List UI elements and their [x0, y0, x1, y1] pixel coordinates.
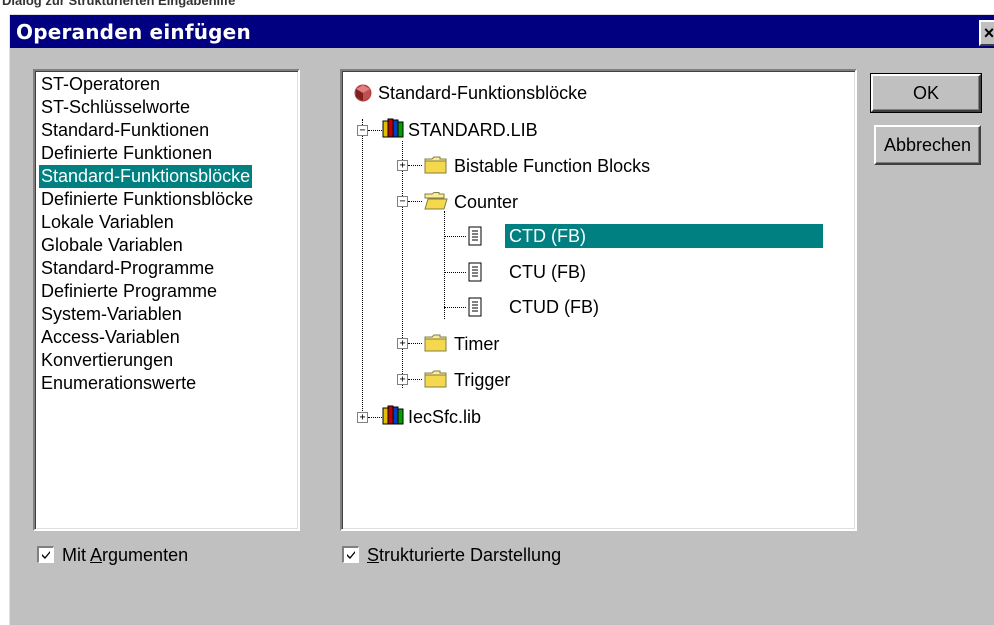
- figure-caption: Dialog zur Strukturierten Eingabehilfe: [2, 0, 236, 8]
- close-icon: ×: [983, 23, 994, 43]
- expand-icon[interactable]: +: [357, 412, 368, 423]
- insert-operands-dialog: Operanden einfügen × ST-Operatoren ST-Sc…: [9, 14, 994, 625]
- tree-folder-counter[interactable]: Counter: [454, 190, 518, 214]
- tree-guide-line: [368, 130, 382, 131]
- list-item[interactable]: System-Variablen: [39, 303, 184, 326]
- tree-guide-line: [408, 343, 422, 344]
- expand-icon[interactable]: +: [397, 338, 408, 349]
- function-block-icon: [354, 84, 372, 102]
- tree-guide-line: [408, 165, 422, 166]
- open-folder-icon: [424, 192, 448, 210]
- strukturierte-darstellung-checkbox[interactable]: [342, 546, 359, 563]
- tree-folder-trigger[interactable]: Trigger: [454, 368, 510, 392]
- list-item[interactable]: Definierte Programme: [39, 280, 219, 303]
- list-item[interactable]: Lokale Variablen: [39, 211, 176, 234]
- collapse-icon[interactable]: −: [397, 196, 408, 207]
- mit-argumenten-checkbox[interactable]: [37, 546, 54, 563]
- tree-item-ctud[interactable]: CTUD (FB): [509, 295, 599, 319]
- label-text: Mit: [62, 545, 91, 565]
- label-text: trukturierte Darstellung: [379, 545, 562, 565]
- mit-argumenten-label: Mit Argumenten: [62, 544, 188, 566]
- label-text: rgumenten: [102, 545, 189, 565]
- title-bar: Operanden einfügen ×: [10, 15, 994, 48]
- tree-guide-line: [402, 141, 403, 388]
- folder-icon: [424, 156, 447, 174]
- document-icon: [468, 262, 482, 282]
- category-listbox[interactable]: ST-Operatoren ST-Schlüsselworte Standard…: [33, 69, 300, 531]
- list-item[interactable]: Konvertierungen: [39, 349, 175, 372]
- tree-guide-line: [362, 119, 363, 421]
- cancel-button[interactable]: Abbrechen: [874, 125, 981, 165]
- tree-guide-line: [408, 201, 422, 202]
- list-item[interactable]: ST-Operatoren: [39, 73, 162, 96]
- folder-icon: [424, 334, 447, 352]
- mnemonic-char: S: [367, 545, 380, 565]
- list-item[interactable]: Standard-Programme: [39, 257, 216, 280]
- tree-folder-bistable[interactable]: Bistable Function Blocks: [454, 154, 650, 178]
- tree-guide-line: [444, 272, 466, 273]
- tree-guide-line: [444, 211, 445, 319]
- list-item-selected[interactable]: Standard-Funktionsblöcke: [39, 165, 253, 188]
- collapse-icon[interactable]: −: [357, 125, 368, 136]
- list-item[interactable]: Definierte Funktionsblöcke: [39, 188, 255, 211]
- operand-tree[interactable]: Standard-Funktionsblöcke − STANDARD.LIB …: [340, 69, 857, 531]
- expand-icon[interactable]: +: [397, 374, 408, 385]
- close-button[interactable]: ×: [979, 20, 994, 46]
- document-icon: [468, 226, 482, 246]
- tree-library-standard[interactable]: STANDARD.LIB: [408, 118, 538, 142]
- dialog-title: Operanden einfügen: [16, 20, 251, 44]
- list-item[interactable]: Globale Variablen: [39, 234, 185, 257]
- checkmark-icon: [347, 551, 355, 559]
- strukturierte-darstellung-label: Strukturierte Darstellung: [367, 544, 561, 566]
- checkmark-icon: [42, 551, 50, 559]
- list-item[interactable]: Standard-Funktionen: [39, 119, 211, 142]
- list-item[interactable]: ST-Schlüsselworte: [39, 96, 192, 119]
- document-icon: [468, 297, 482, 317]
- list-item[interactable]: Enumerationswerte: [39, 372, 198, 395]
- tree-item-ctu[interactable]: CTU (FB): [509, 260, 586, 284]
- mit-argumenten-option[interactable]: Mit Argumenten: [37, 544, 257, 566]
- tree-guide-line: [368, 417, 382, 418]
- strukturierte-darstellung-option[interactable]: Strukturierte Darstellung: [342, 544, 642, 566]
- tree-guide-line: [408, 379, 422, 380]
- library-books-icon: [382, 405, 404, 425]
- list-item[interactable]: Definierte Funktionen: [39, 142, 214, 165]
- tree-item-ctd-selected[interactable]: CTD (FB): [505, 224, 823, 248]
- folder-icon: [424, 370, 447, 388]
- expand-icon[interactable]: +: [397, 160, 408, 171]
- ok-button[interactable]: OK: [870, 73, 982, 113]
- library-books-icon: [382, 118, 404, 138]
- mnemonic-char: A: [90, 545, 103, 565]
- tree-root-label[interactable]: Standard-Funktionsblöcke: [378, 81, 587, 105]
- tree-folder-timer[interactable]: Timer: [454, 332, 499, 356]
- list-item[interactable]: Access-Variablen: [39, 326, 182, 349]
- tree-guide-line: [444, 236, 466, 237]
- tree-library-iecsfc[interactable]: IecSfc.lib: [408, 405, 481, 429]
- tree-guide-line: [444, 307, 466, 308]
